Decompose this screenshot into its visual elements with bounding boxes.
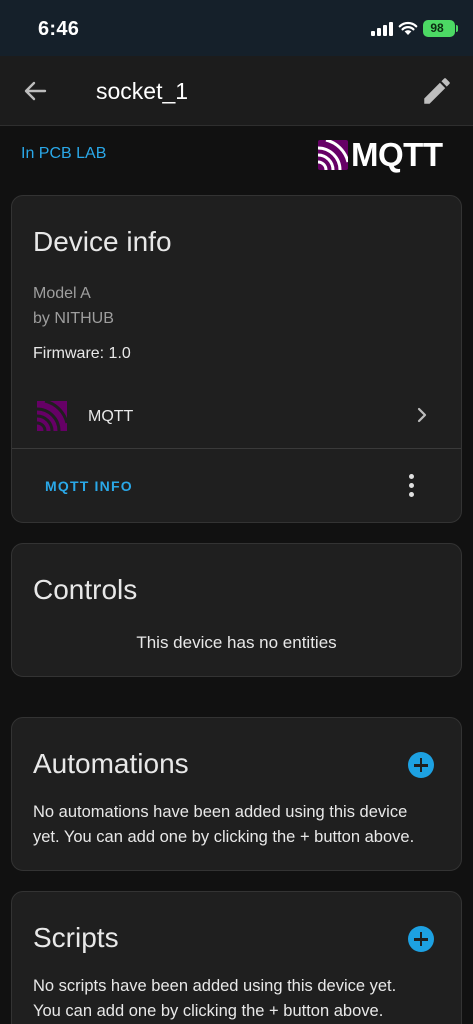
pencil-icon[interactable] <box>420 74 454 108</box>
mqtt-info-button[interactable]: MQTT INFO <box>45 478 133 494</box>
controls-card: Controls This device has no entities <box>11 543 462 677</box>
device-info-title: Device info <box>33 226 172 257</box>
cellular-signal-icon <box>371 22 393 36</box>
integration-label: MQTT <box>88 408 134 425</box>
device-info-card: Device info Model A by NITHUB Firmware: … <box>11 195 462 523</box>
scripts-empty-line-2: You can add one by clicking the + button… <box>33 1002 384 1020</box>
controls-title: Controls <box>33 574 138 605</box>
integration-row-mqtt[interactable]: MQTT <box>12 388 461 448</box>
battery-icon: 98 <box>423 20 458 37</box>
automations-card: Automations No automations have been add… <box>11 717 462 871</box>
scripts-empty-line-1: No scripts have been added using this de… <box>33 977 397 995</box>
battery-level: 98 <box>430 21 444 35</box>
scripts-card: Scripts No scripts have been added using… <box>11 891 462 1024</box>
automations-empty-line-1: No automations have been added using thi… <box>33 803 408 821</box>
controls-empty-text: This device has no entities <box>136 633 337 652</box>
mqtt-icon <box>37 401 67 431</box>
mqtt-logo-icon <box>318 140 348 170</box>
status-bar: 6:46 98 <box>0 0 473 56</box>
page-title: socket_1 <box>96 78 189 104</box>
arrow-left-icon[interactable] <box>18 76 52 106</box>
area-link[interactable]: In PCB LAB <box>21 145 106 163</box>
dots-vertical-icon[interactable] <box>402 472 422 500</box>
plus-circle-icon[interactable] <box>408 926 434 952</box>
chevron-right-icon <box>417 407 427 423</box>
scripts-title: Scripts <box>33 922 119 953</box>
automations-empty-line-2: yet. You can add one by clicking the + b… <box>33 828 415 846</box>
mqtt-logo: MQTT <box>318 136 458 174</box>
wifi-icon <box>398 21 418 35</box>
device-manufacturer: by NITHUB <box>33 310 114 327</box>
plus-circle-icon[interactable] <box>408 752 434 778</box>
app-bar: socket_1 <box>0 56 473 126</box>
status-time: 6:46 <box>38 18 80 40</box>
mqtt-logo-text: MQTT <box>351 136 443 173</box>
device-model: Model A <box>33 285 91 302</box>
device-firmware: Firmware: 1.0 <box>33 345 131 362</box>
card-divider <box>12 448 461 449</box>
automations-title: Automations <box>33 748 189 779</box>
